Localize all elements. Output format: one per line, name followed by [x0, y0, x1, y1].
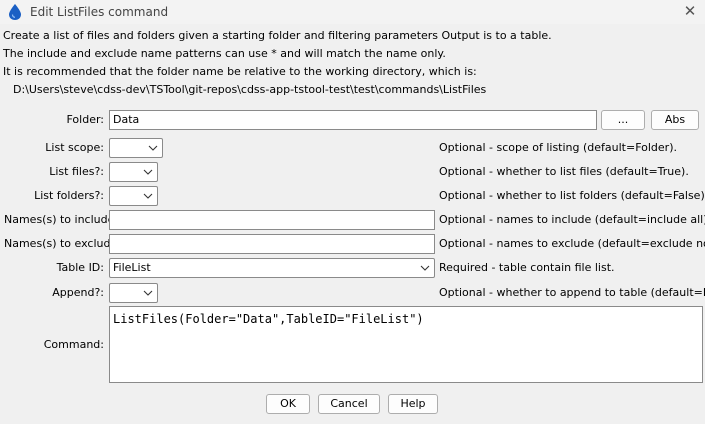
folder-input[interactable]: Data	[109, 110, 597, 130]
list-files-label: List files?:	[49, 165, 104, 178]
close-icon[interactable]: ✕	[682, 3, 698, 19]
table-id-label: Table ID:	[56, 261, 104, 274]
window-title: Edit ListFiles command	[30, 5, 169, 19]
water-drop-icon	[9, 4, 21, 20]
exclude-label: Names(s) to exclude:	[4, 237, 121, 250]
table-id-note: Required - table contain file list.	[439, 261, 615, 274]
list-scope-note: Optional - scope of listing (default=Fol…	[439, 141, 677, 154]
chevron-down-icon	[143, 193, 153, 199]
description-line-2: The include and exclude name patterns ca…	[3, 47, 446, 60]
command-label: Command:	[43, 338, 104, 351]
include-label: Names(s) to include:	[4, 213, 119, 226]
list-files-select[interactable]	[109, 162, 158, 182]
include-input[interactable]	[109, 210, 435, 230]
description-line-1: Create a list of files and folders given…	[3, 29, 552, 42]
append-select[interactable]	[109, 283, 158, 303]
chevron-down-icon	[420, 265, 430, 271]
command-textarea[interactable]: ListFiles(Folder="Data",TableID="FileLis…	[109, 306, 703, 383]
working-directory: D:\Users\steve\cdss-dev\TSTool\git-repos…	[13, 83, 487, 96]
list-scope-label: List scope:	[45, 141, 104, 154]
table-id-select[interactable]: FileList	[109, 258, 435, 278]
list-files-note: Optional - whether to list files (defaul…	[439, 165, 689, 178]
append-label: Append?:	[52, 286, 104, 299]
chevron-down-icon	[143, 169, 153, 175]
list-folders-note: Optional - whether to list folders (defa…	[439, 189, 705, 202]
ok-button[interactable]: OK	[266, 394, 310, 414]
description-line-3: It is recommended that the folder name b…	[3, 65, 477, 78]
folder-label: Folder:	[66, 113, 104, 126]
browse-button[interactable]: ...	[601, 110, 645, 130]
help-button[interactable]: Help	[388, 394, 438, 414]
list-folders-label: List folders?:	[34, 189, 104, 202]
chevron-down-icon	[148, 145, 158, 151]
list-folders-select[interactable]	[109, 186, 158, 206]
append-note: Optional - whether to append to table (d…	[439, 286, 705, 299]
include-note: Optional - names to include (default=inc…	[439, 213, 705, 226]
table-id-value: FileList	[113, 261, 151, 274]
list-scope-select[interactable]	[109, 138, 163, 158]
chevron-down-icon	[143, 290, 153, 296]
cancel-button[interactable]: Cancel	[318, 394, 380, 414]
exclude-input[interactable]	[109, 234, 435, 254]
abs-button[interactable]: Abs	[651, 110, 699, 130]
exclude-note: Optional - names to exclude (default=exc…	[439, 237, 705, 250]
